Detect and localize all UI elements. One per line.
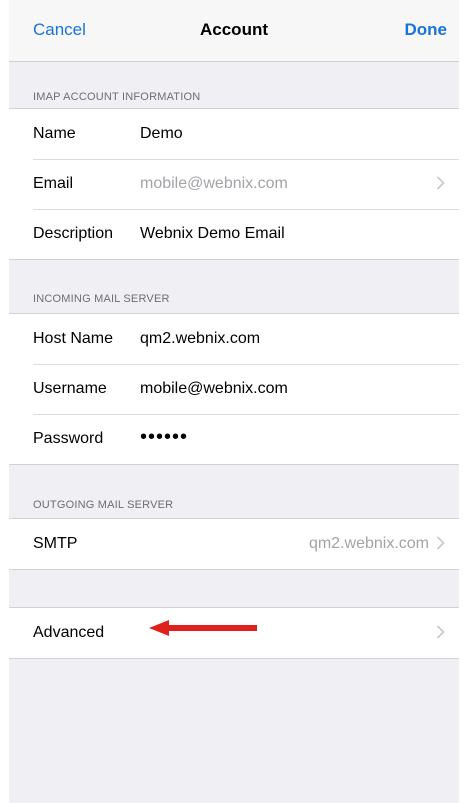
navigation-bar: Cancel Account Done: [9, 0, 459, 62]
incoming-server-group: Host Name qm2.webnix.com Username mobile…: [9, 313, 459, 465]
description-row[interactable]: Description Webnix Demo Email: [9, 209, 459, 259]
smtp-label: SMTP: [33, 535, 78, 552]
host-name-row[interactable]: Host Name qm2.webnix.com: [9, 314, 459, 364]
name-row[interactable]: Name Demo: [9, 109, 459, 159]
host-name-label: Host Name: [33, 330, 114, 347]
smtp-row[interactable]: SMTP qm2.webnix.com: [9, 519, 459, 569]
chevron-right-icon: [436, 536, 445, 550]
password-row[interactable]: Password ••••••: [9, 414, 459, 464]
smtp-value: qm2.webnix.com: [308, 535, 429, 552]
password-label: Password: [33, 430, 104, 447]
description-label: Description: [33, 225, 114, 242]
page-title: Account: [200, 20, 268, 39]
email-label: Email: [33, 175, 74, 192]
password-value[interactable]: ••••••: [140, 426, 188, 449]
username-row[interactable]: Username mobile@webnix.com: [9, 364, 459, 414]
chevron-right-icon: [436, 176, 445, 190]
imap-account-group: Name Demo Email mobile@webnix.com Descri…: [9, 108, 459, 260]
email-value: mobile@webnix.com: [140, 175, 288, 192]
advanced-label: Advanced: [33, 624, 105, 641]
account-settings-screen: Cancel Account Done IMAP ACCOUNT INFORMA…: [9, 0, 459, 803]
done-button[interactable]: Done: [405, 20, 448, 40]
imap-section-header: IMAP ACCOUNT INFORMATION: [33, 91, 201, 103]
username-label: Username: [33, 380, 107, 397]
name-value[interactable]: Demo: [140, 125, 183, 143]
outgoing-section-header: OUTGOING MAIL SERVER: [33, 499, 174, 511]
email-row[interactable]: Email mobile@webnix.com: [9, 159, 459, 209]
arrow-shape: [149, 620, 257, 636]
red-arrow-annotation-icon: [149, 620, 257, 636]
chevron-right-icon: [436, 625, 445, 639]
host-name-value[interactable]: qm2.webnix.com: [140, 330, 260, 348]
incoming-section-header: INCOMING MAIL SERVER: [33, 293, 170, 305]
outgoing-server-group: SMTP qm2.webnix.com: [9, 518, 459, 570]
username-value[interactable]: mobile@webnix.com: [140, 380, 288, 398]
description-value[interactable]: Webnix Demo Email: [140, 225, 285, 243]
name-label: Name: [33, 125, 76, 142]
